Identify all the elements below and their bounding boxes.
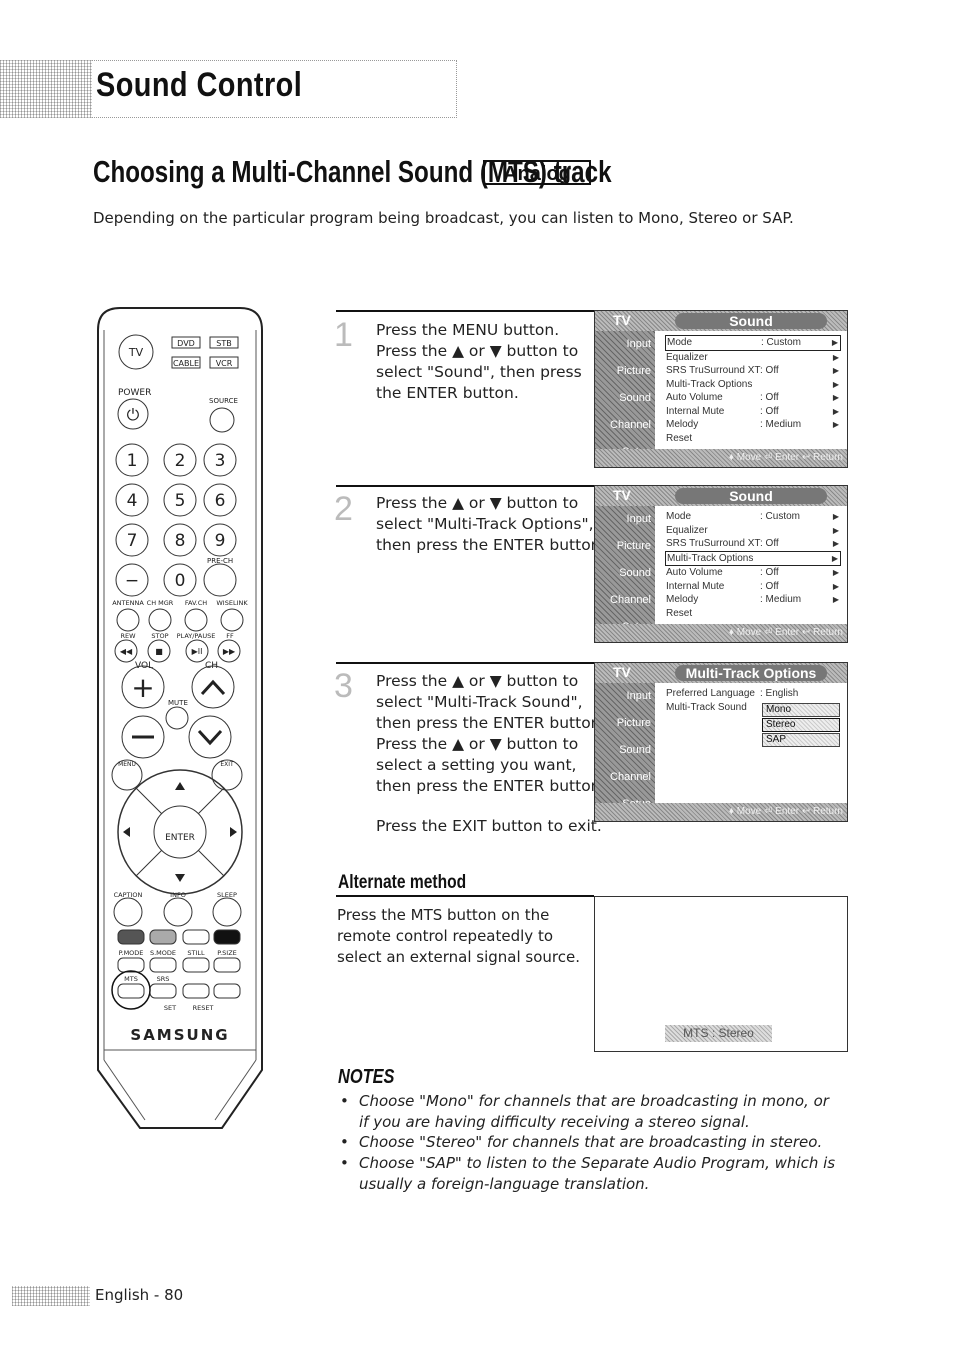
svg-text:ANTENNA: ANTENNA [112,599,144,607]
step3-text: Press the ▲ or ▼ button to select "Multi… [376,672,606,795]
page-title: Sound Control [96,66,303,104]
power-label: POWER [118,388,151,398]
alternate-method-heading: Alternate method [338,872,467,893]
svg-text:■: ■ [155,647,163,656]
mts-osd-screen: MTS : Stereo [594,896,848,1052]
page-number: English - 80 [95,1286,184,1304]
svg-text:P.MODE: P.MODE [119,949,144,957]
svg-text:TV: TV [128,346,144,359]
number-pad[interactable]: 1 2 3 4 5 6 7 8 9 − 0 [115,443,237,597]
svg-text:▶▶: ▶▶ [223,647,236,656]
power-button[interactable]: ⏻ [117,398,149,430]
svg-text:ENTER: ENTER [165,833,195,843]
source-button[interactable] [209,407,235,433]
note-item: Choose "Stereo" for channels that are br… [340,1132,840,1153]
svg-text:CH MGR: CH MGR [147,599,174,607]
step1-rule [336,310,594,312]
svg-text:PLAY/PAUSE: PLAY/PAUSE [177,632,216,640]
caption-info-sleep-buttons[interactable] [113,897,242,927]
alternate-method-text: Press the MTS button on the remote contr… [337,906,581,966]
svg-text:STOP: STOP [151,632,168,640]
multitrack-sound-options: Mono Stereo SAP [762,703,840,748]
osd-multitrack-options: TV Multi-Track Options Input Picture Sound C… [594,662,848,822]
svg-text:+: + [131,671,154,704]
svg-text:DVD: DVD [177,339,195,348]
step1-number: 1 [334,316,353,354]
remote-control-illustration: TV DVD STB CABLE VCR POWER ⏻ SOURCE 1 2 … [97,307,263,1129]
step1-text: Press the MENU button. Press the ▲ or ▼ … [376,321,582,402]
svg-text:PRE-CH: PRE-CH [207,557,233,565]
svg-text:STB: STB [216,339,231,348]
notes-list: Choose "Mono" for channels that are broa… [340,1091,840,1195]
channel-up-button[interactable] [191,665,235,709]
color-buttons[interactable] [117,929,241,999]
menu-button[interactable]: MENU [111,759,143,791]
svg-text:1: 1 [127,451,138,471]
svg-text:4: 4 [127,491,138,511]
svg-text:P.SIZE: P.SIZE [217,949,237,957]
svg-text:◀◀: ◀◀ [120,647,133,656]
svg-text:WISELINK: WISELINK [216,599,248,607]
svg-text:⏻: ⏻ [127,405,140,424]
step3-number: 3 [334,667,353,705]
svg-text:FAV.CH: FAV.CH [185,599,207,607]
step2-text: Press the ▲ or ▼ button to select "Multi… [376,494,606,554]
svg-text:SOURCE: SOURCE [209,397,238,405]
samsung-logo: SAMSUNG [130,1026,229,1044]
svg-text:0: 0 [175,571,186,591]
step2-number: 2 [334,490,353,528]
mts-osd-label: MTS : Stereo [665,1025,772,1042]
svg-text:RESET: RESET [193,1004,214,1012]
svg-text:6: 6 [215,491,226,511]
svg-text:STILL: STILL [187,949,205,957]
svg-text:7: 7 [127,531,138,551]
header-pattern [0,60,92,118]
mute-button[interactable] [165,706,189,730]
svg-text:REW: REW [120,632,136,640]
footer-pattern [12,1286,90,1306]
svg-text:EXIT: EXIT [220,761,234,768]
svg-text:3: 3 [215,451,226,471]
svg-text:−: − [125,571,139,591]
navigation-pad[interactable]: ENTER [117,769,243,895]
channel-down-button[interactable] [188,715,232,759]
step3-exit-text: Press the EXIT button to exit. [376,817,602,835]
svg-text:9: 9 [215,531,226,551]
alternate-rule [336,895,594,897]
note-item: Choose "SAP" to listen to the Separate A… [340,1153,840,1194]
volume-down-button[interactable] [121,715,165,759]
svg-text:MTS: MTS [124,975,138,983]
svg-text:MUTE: MUTE [168,699,188,707]
note-item: Choose "Mono" for channels that are broa… [340,1091,840,1132]
analog-badge: Analog [483,160,591,185]
volume-up-button[interactable]: + [121,665,165,709]
step3-rule [336,662,594,664]
notes-heading: NOTES [338,1066,395,1088]
osd-sound-menu: TVSound InputPictureSoundChannelSetup Mo… [594,310,848,468]
mode-buttons[interactable]: DVD STB CABLE VCR [171,336,239,369]
svg-text:▶II: ▶II [192,647,203,656]
svg-text:S.MODE: S.MODE [150,949,176,957]
intro-text: Depending on the particular program bein… [93,209,794,227]
osd-sound-menu-multitrack: TVSound InputPictureSoundChannelSetup Mo… [594,485,848,643]
svg-text:MENU: MENU [118,761,136,768]
tv-button[interactable]: TV [118,334,154,370]
svg-text:SRS: SRS [157,975,170,983]
svg-text:2: 2 [175,451,186,471]
svg-text:VCR: VCR [216,359,233,368]
svg-text:FF: FF [226,632,234,640]
svg-text:SET: SET [164,1004,176,1012]
step2-rule [336,485,594,487]
exit-button[interactable]: EXIT [211,759,243,791]
svg-text:CABLE: CABLE [173,359,199,368]
svg-text:5: 5 [175,491,186,511]
svg-text:8: 8 [175,531,186,551]
